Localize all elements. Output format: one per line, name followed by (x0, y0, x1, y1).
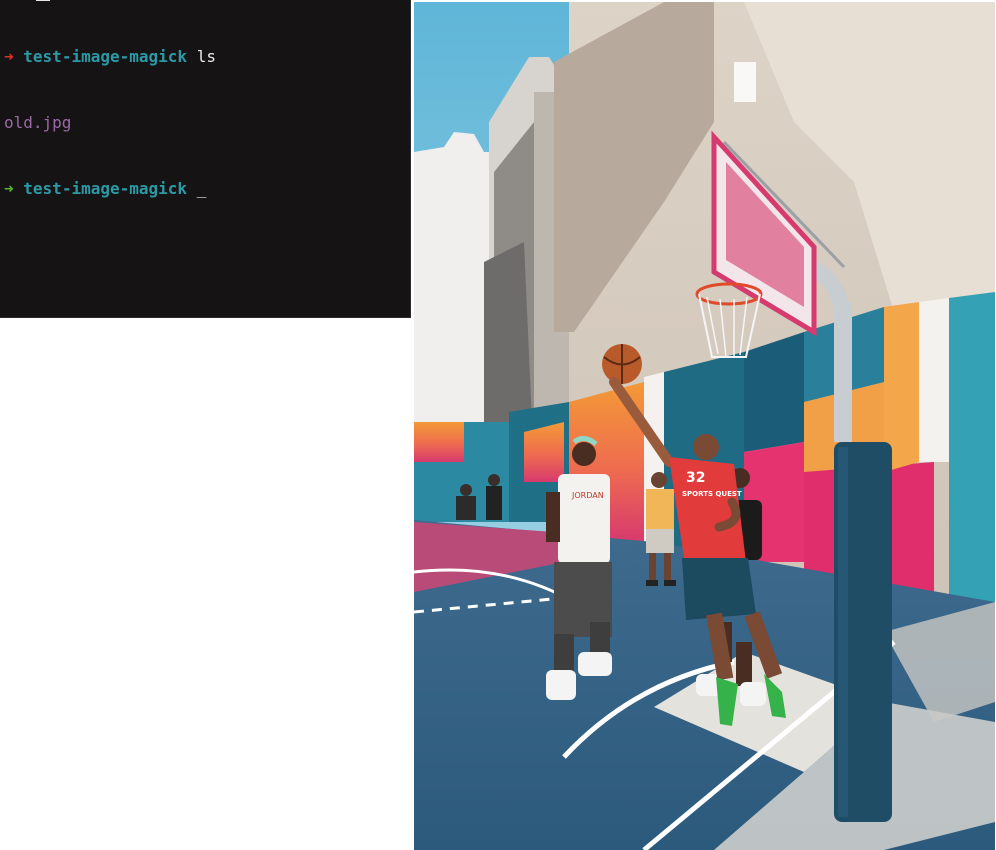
jersey-text: SPORTS QUEST (682, 490, 742, 498)
terminal-output[interactable]: ➜ test-image-magick ls old.jpg ➜ test-im… (4, 2, 216, 244)
terminal-cursor[interactable]: _ (197, 179, 207, 198)
prompt-directory: test-image-magick (23, 179, 188, 198)
terminal-line-1: ➜ test-image-magick ls (4, 46, 216, 68)
photo-basketball-court-icon: JORDAN 32 SPORTS QUEST (414, 2, 995, 850)
shirt-text: JORDAN (571, 491, 604, 500)
terminal-window[interactable]: ➜ test-image-magick ls old.jpg ➜ test-im… (0, 0, 411, 318)
desktop: ➜ test-image-magick ls old.jpg ➜ test-im… (0, 0, 996, 850)
terminal-top-marker (36, 0, 50, 1)
prompt-arrow-icon: ➜ (4, 179, 14, 198)
jersey-number: 32 (686, 470, 705, 486)
terminal-line-2: old.jpg (4, 112, 216, 134)
output-file: old.jpg (4, 113, 72, 132)
image-viewer[interactable]: JORDAN 32 SPORTS QUEST (414, 2, 995, 850)
prompt-arrow-icon: ➜ (4, 47, 14, 66)
prompt-directory: test-image-magick (23, 47, 188, 66)
terminal-line-3: ➜ test-image-magick _ (4, 178, 216, 200)
prompt-command: ls (196, 47, 216, 66)
